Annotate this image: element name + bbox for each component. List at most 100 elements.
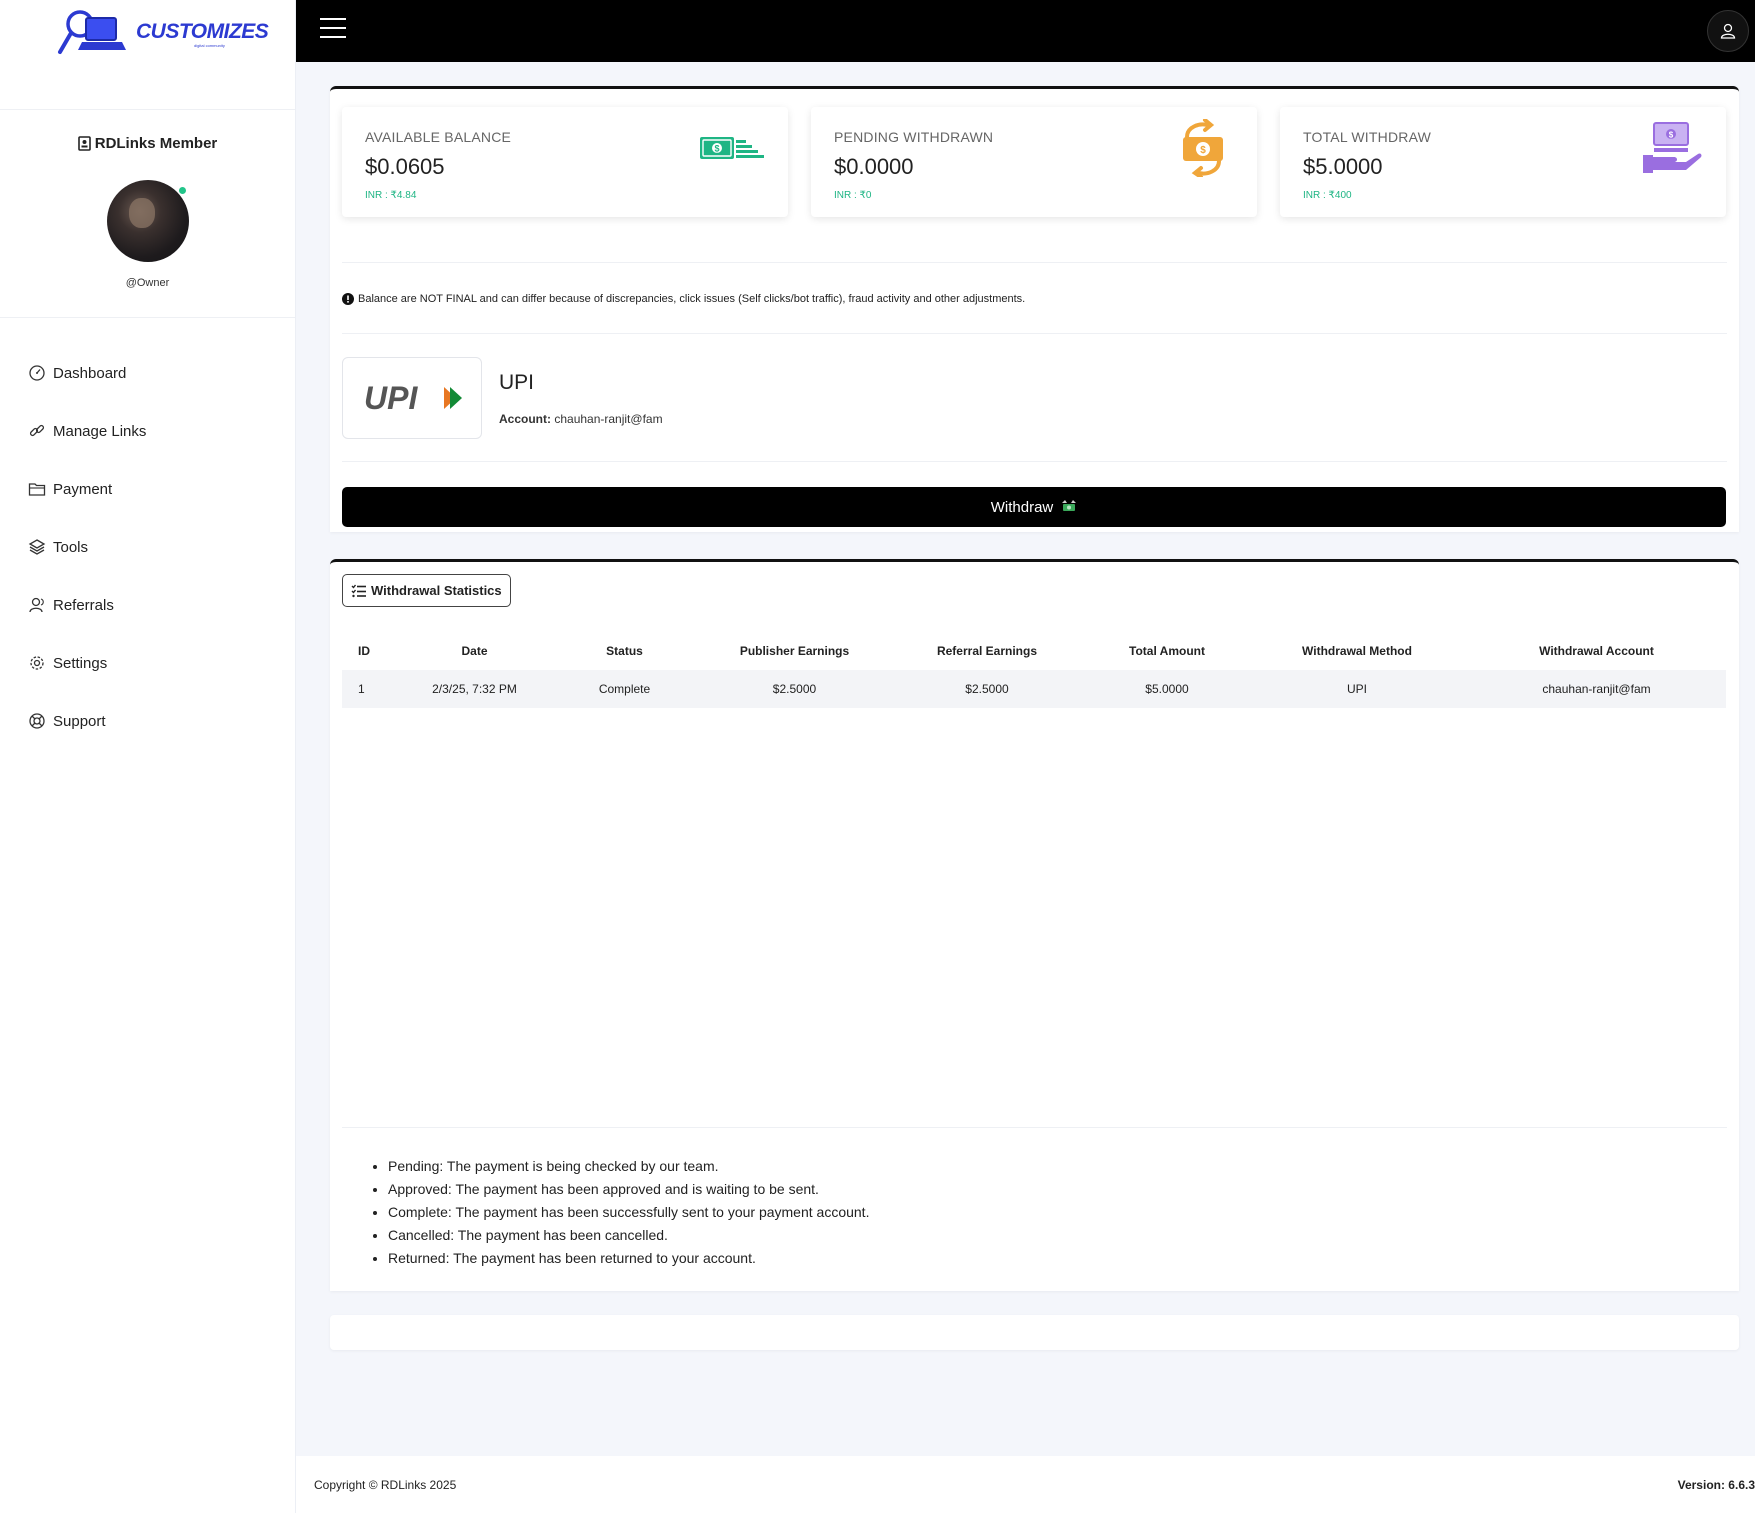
divider — [342, 461, 1727, 462]
version-text: Version: 6.6.3 — [1677, 1478, 1755, 1492]
profile-panel: RDLinks Member @Owner — [0, 110, 295, 318]
flying-money-icon — [1062, 500, 1077, 511]
top-bar — [296, 0, 1755, 62]
info-circle-icon — [342, 293, 354, 305]
stat-inr: INR : ₹0 — [834, 190, 872, 201]
footer: Copyright © RDLinks 2025 Version: 6.6.3 — [296, 1456, 1755, 1513]
sidebar-nav: Dashboard Manage Links Payment Tools Ref… — [0, 318, 295, 750]
layers-icon — [28, 539, 46, 555]
cell-withdrawal-method: UPI — [1247, 670, 1467, 708]
withdrawal-statistics-card: Withdrawal Statistics ID Date Status Pub… — [330, 559, 1739, 1291]
legend-desc: The payment has been returned to your ac… — [453, 1250, 756, 1266]
withdraw-button[interactable]: Withdraw — [342, 487, 1726, 527]
legend-desc: The payment has been cancelled. — [457, 1227, 668, 1243]
sidebar-item-payment[interactable]: Payment — [0, 460, 295, 518]
cell-referral-earnings: $2.5000 — [887, 670, 1087, 708]
account-value: chauhan-ranjit@fam — [554, 412, 663, 426]
profile-title: RDLinks Member — [0, 135, 295, 152]
upi-logo: UPI — [342, 357, 482, 439]
legend-item-pending: Pending: The payment is being checked by… — [388, 1155, 869, 1178]
stat-inr: INR : ₹4.84 — [365, 190, 417, 201]
table-header-row: ID Date Status Publisher Earnings Referr… — [342, 632, 1726, 670]
sidebar-item-settings[interactable]: Settings — [0, 634, 295, 692]
folder-icon — [28, 483, 46, 496]
divider — [342, 1127, 1727, 1128]
legend-term: Complete: — [388, 1204, 452, 1220]
account-label: Account: — [499, 412, 551, 426]
lifebuoy-icon — [29, 713, 45, 729]
cell-total-amount: $5.0000 — [1087, 670, 1247, 708]
table-row: 1 2/3/25, 7:32 PM Complete $2.5000 $2.50… — [342, 670, 1726, 708]
user-icon — [1720, 23, 1736, 39]
stat-label: AVAILABLE BALANCE — [365, 129, 512, 145]
column-header-publisher-earnings: Publisher Earnings — [739, 644, 850, 658]
id-badge-icon — [77, 136, 91, 151]
cash-stack-icon: $ — [700, 137, 764, 159]
sidebar-item-dashboard[interactable]: Dashboard — [0, 344, 295, 402]
legend-item-complete: Complete: The payment has been successfu… — [388, 1201, 869, 1224]
money-exchange-icon: $ — [1183, 119, 1223, 177]
sidebar-item-label: Settings — [53, 654, 108, 672]
notice-text: Balance are NOT FINAL and can differ bec… — [358, 293, 1026, 305]
column-header-withdrawal-account: Withdrawal Account — [1539, 644, 1654, 658]
cell-withdrawal-account: chauhan-ranjit@fam — [1467, 670, 1726, 708]
user-menu-button[interactable] — [1707, 10, 1749, 52]
gauge-icon — [29, 365, 45, 381]
status-legend: Pending: The payment is being checked by… — [370, 1155, 869, 1270]
legend-term: Approved: — [388, 1181, 452, 1197]
withdrawal-table: ID Date Status Publisher Earnings Referr… — [342, 632, 1726, 708]
payment-account: Account: chauhan-ranjit@fam — [499, 412, 663, 426]
legend-term: Pending: — [388, 1158, 444, 1174]
legend-term: Cancelled: — [388, 1227, 455, 1243]
legend-term: Returned: — [388, 1250, 450, 1266]
sidebar-item-referrals[interactable]: Referrals — [0, 576, 295, 634]
withdraw-label: Withdraw — [990, 498, 1054, 516]
sidebar-item-label: Payment — [53, 480, 113, 498]
sidebar-item-support[interactable]: Support — [0, 692, 295, 750]
column-header-total-amount: Total Amount — [1129, 644, 1205, 658]
sidebar-item-tools[interactable]: Tools — [0, 518, 295, 576]
profile-title-text: RDLinks Member — [94, 135, 218, 152]
cell-date: 2/3/25, 7:32 PM — [402, 670, 547, 708]
link-icon — [29, 424, 45, 437]
profile-handle: @Owner — [125, 277, 170, 289]
upi-logo-text: UPI — [364, 381, 418, 415]
cell-id: 1 — [342, 670, 402, 708]
stat-available-balance: AVAILABLE BALANCE $0.0605 INR : ₹4.84 $ — [342, 107, 788, 217]
column-header-referral-earnings: Referral Earnings — [936, 644, 1038, 658]
empty-card — [330, 1315, 1739, 1350]
legend-item-approved: Approved: The payment has been approved … — [388, 1178, 869, 1201]
sidebar-item-manage-links[interactable]: Manage Links — [0, 402, 295, 460]
list-check-icon — [351, 584, 366, 597]
balance-notice: Balance are NOT FINAL and can differ bec… — [342, 293, 1025, 305]
brand-logo[interactable]: CUSTOMIZES digital community — [0, 0, 295, 110]
stat-value: $5.0000 — [1303, 154, 1383, 179]
withdrawal-statistics-tab[interactable]: Withdrawal Statistics — [342, 574, 511, 607]
svg-text:$: $ — [1669, 131, 1674, 140]
column-header-id: ID — [358, 644, 370, 658]
avatar[interactable] — [107, 180, 189, 262]
stat-pending-withdrawn: PENDING WITHDRAWN $0.0000 INR : ₹0 $ — [811, 107, 1257, 217]
logo-magnifier-laptop-icon — [58, 10, 126, 54]
copyright-text: Copyright © RDLinks 2025 — [314, 1478, 457, 1492]
user-group-icon — [29, 597, 44, 613]
brand-tagline: digital community — [194, 43, 225, 48]
menu-toggle-icon[interactable] — [320, 18, 346, 40]
divider — [342, 262, 1727, 263]
sidebar-item-label: Support — [53, 712, 106, 730]
divider — [342, 333, 1727, 334]
hand-money-icon: $ — [1643, 122, 1702, 173]
legend-item-cancelled: Cancelled: The payment has been cancelle… — [388, 1224, 869, 1247]
stat-label: TOTAL WITHDRAW — [1303, 129, 1432, 145]
legend-desc: The payment has been approved and is wai… — [455, 1181, 819, 1197]
sidebar-item-label: Manage Links — [53, 422, 147, 440]
column-header-withdrawal-method: Withdrawal Method — [1302, 644, 1412, 658]
cell-status: Complete — [547, 670, 702, 708]
sidebar-item-label: Referrals — [53, 596, 114, 614]
column-header-date: Date — [461, 644, 488, 658]
legend-desc: The payment is being checked by our team… — [446, 1158, 719, 1174]
sidebar: CUSTOMIZES digital community RDLinks Mem… — [0, 0, 296, 1513]
svg-text:$: $ — [714, 144, 719, 154]
balance-card: AVAILABLE BALANCE $0.0605 INR : ₹4.84 $ … — [330, 86, 1739, 532]
tab-label: Withdrawal Statistics — [371, 583, 502, 598]
